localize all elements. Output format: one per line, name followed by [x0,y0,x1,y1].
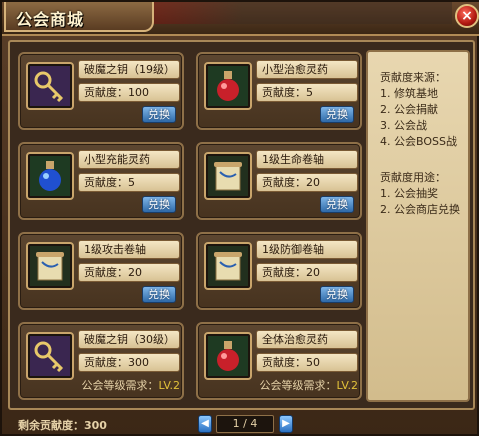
item-name: 小型治愈灵药 [256,60,358,79]
contribution-value: 20 [128,266,142,279]
contribution-value: 5 [128,176,135,189]
item-contribution: 贡献度：20 [256,263,358,282]
item-name: 小型充能灵药 [78,150,180,169]
exchange-button[interactable]: 兑换 [142,196,176,213]
shop-item-card: 1级防御卷轴 贡献度：20 兑换 [196,232,362,310]
item-icon-slot[interactable] [204,242,252,290]
contribution-label: 贡献度： [84,266,128,279]
window-title: 公会商城 [16,10,85,29]
item-contribution: 贡献度：5 [256,83,358,102]
shop-item-card: 破魔之钥（30级） 贡献度：300 公会等级需求：LV.2 [18,322,184,400]
contribution-value: 20 [306,266,320,279]
remaining-contribution: 剩余贡献度：300 [18,417,107,433]
pagination: ◀ 1 / 4 ▶ [198,415,293,433]
prev-page-button[interactable]: ◀ [198,415,212,433]
title-bar: 公会商城 × [2,2,479,36]
item-contribution: 贡献度：100 [78,83,180,102]
shop-item-card: 小型治愈灵药 贡献度：5 兑换 [196,52,362,130]
guild-level-requirement: 公会等级需求：LV.2 [198,377,358,393]
exchange-button[interactable]: 兑换 [320,106,354,123]
shop-item-card: 小型充能灵药 贡献度：5 兑换 [18,142,184,220]
contribution-label: 贡献度： [84,356,128,369]
red-potion-icon [208,336,248,376]
footer-bar: 剩余贡献度：300 ◀ 1 / 4 ▶ [4,412,479,436]
scroll-icon [208,156,248,196]
item-icon-slot[interactable] [204,152,252,200]
shop-item-card: 1级攻击卷轴 贡献度：20 兑换 [18,232,184,310]
contribution-label: 贡献度： [84,176,128,189]
shop-item-card: 破魔之钥（19级） 贡献度：100 兑换 [18,52,184,130]
red-potion-icon [208,66,248,106]
contribution-value: 5 [306,86,313,99]
item-name: 1级生命卷轴 [256,150,358,169]
item-icon-slot[interactable] [204,332,252,380]
source-item: 3. 公会战 [380,119,427,132]
usage-title: 贡献度用途： [380,171,446,184]
title-decoration [152,2,452,24]
remaining-label: 剩余贡献度： [18,419,84,432]
source-item: 4. 公会BOSS战 [380,135,457,148]
remaining-value: 300 [84,419,107,432]
contribution-label: 贡献度： [262,266,306,279]
item-name: 破魔之钥（30级） [78,330,180,349]
arrow-right-icon: ▶ [282,418,290,429]
exchange-button[interactable]: 兑换 [320,286,354,303]
usage-item: 2. 公会商店兑换 [380,203,460,216]
title-plate: 公会商城 [4,2,154,32]
arrow-left-icon: ◀ [201,418,209,429]
source-title: 贡献度来源： [380,71,446,84]
item-icon-slot[interactable] [26,242,74,290]
contribution-label: 贡献度： [84,86,128,99]
scroll-icon [30,246,70,286]
item-icon-slot[interactable] [26,62,74,110]
exchange-button[interactable]: 兑换 [142,106,176,123]
requirement-label: 公会等级需求： [81,379,159,392]
requirement-label: 公会等级需求： [259,379,337,392]
guild-shop-window: 公会商城 × 破魔之钥（19级） 贡献度：100 兑换 小型治愈灵药 贡献度：5… [0,0,479,436]
item-name: 破魔之钥（19级） [78,60,180,79]
item-name: 1级攻击卷轴 [78,240,180,259]
usage-item: 1. 公会抽奖 [380,187,438,200]
guild-level-requirement: 公会等级需求：LV.2 [20,377,180,393]
item-contribution: 贡献度：20 [78,263,180,282]
shop-item-card: 全体治愈灵药 贡献度：50 公会等级需求：LV.2 [196,322,362,400]
page-indicator: 1 / 4 [216,415,274,433]
key-icon [30,336,70,376]
item-icon-slot[interactable] [204,62,252,110]
contribution-label: 贡献度： [262,86,306,99]
scroll-icon [208,246,248,286]
contribution-value: 300 [128,356,149,369]
requirement-level: LV.2 [336,379,358,392]
contribution-label: 贡献度： [262,356,306,369]
item-icon-slot[interactable] [26,332,74,380]
close-icon: × [461,8,473,24]
source-item: 2. 公会捐献 [380,103,438,116]
contribution-value: 20 [306,176,320,189]
item-contribution: 贡献度：5 [78,173,180,192]
source-item: 1. 修筑基地 [380,87,438,100]
exchange-button[interactable]: 兑换 [142,286,176,303]
contribution-value: 100 [128,86,149,99]
item-name: 1级防御卷轴 [256,240,358,259]
shop-item-card: 1级生命卷轴 贡献度：20 兑换 [196,142,362,220]
item-icon-slot[interactable] [26,152,74,200]
blue-potion-icon [30,156,70,196]
item-name: 全体治愈灵药 [256,330,358,349]
contribution-label: 贡献度： [262,176,306,189]
close-button[interactable]: × [455,4,479,28]
shop-content-panel: 破魔之钥（19级） 贡献度：100 兑换 小型治愈灵药 贡献度：5 兑换 小型充… [8,40,475,410]
next-page-button[interactable]: ▶ [279,415,293,433]
contribution-value: 50 [306,356,320,369]
key-icon [30,66,70,106]
item-contribution: 贡献度：50 [256,353,358,372]
exchange-button[interactable]: 兑换 [320,196,354,213]
contribution-info-panel: 贡献度来源： 1. 修筑基地 2. 公会捐献 3. 公会战 4. 公会BOSS战… [366,50,470,402]
item-contribution: 贡献度：20 [256,173,358,192]
item-contribution: 贡献度：300 [78,353,180,372]
requirement-level: LV.2 [158,379,180,392]
